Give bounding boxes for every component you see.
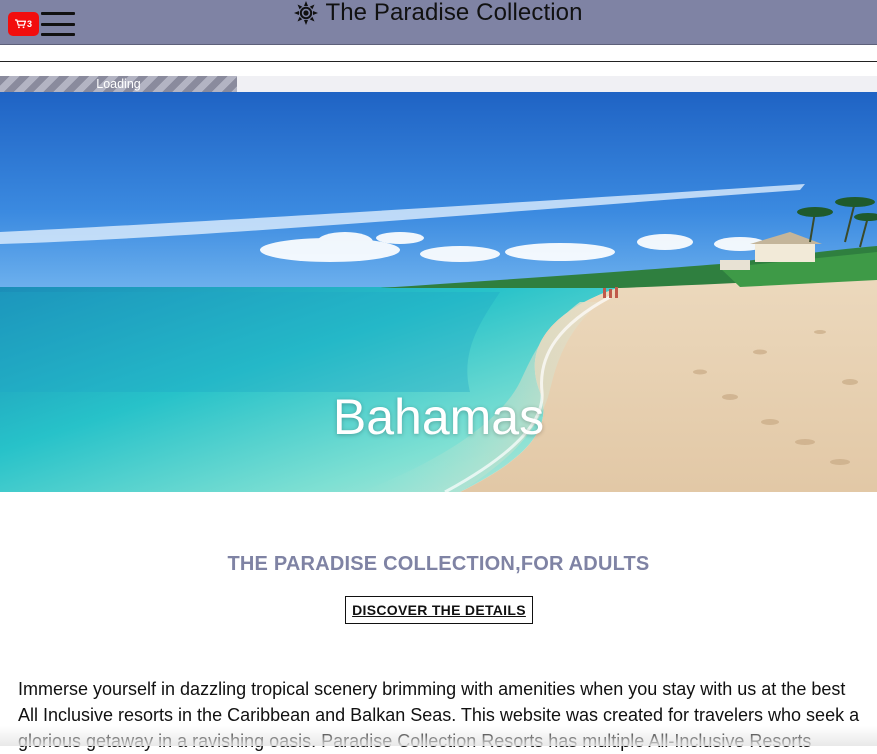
header-subbar [0, 45, 877, 62]
loading-bar: Loading [0, 76, 877, 92]
hero-title: Bahamas [332, 389, 545, 445]
top-header: 3 The Paradise Collection [0, 0, 877, 45]
hamburger-line [41, 33, 75, 36]
intro-paragraph: Immerse yourself in dazzling tropical sc… [18, 679, 860, 751]
section-tagline: THE PARADISE COLLECTION,FOR ADULTS [227, 553, 650, 575]
brand-title: The Paradise Collection [325, 0, 583, 26]
loading-label: Loading [96, 77, 141, 91]
brand-logo[interactable]: The Paradise Collection [0, 0, 877, 26]
discover-details-button[interactable]: DISCOVER THE DETAILS [345, 596, 533, 624]
hero-banner: Bahamas [0, 92, 877, 492]
sun-icon [294, 1, 319, 25]
